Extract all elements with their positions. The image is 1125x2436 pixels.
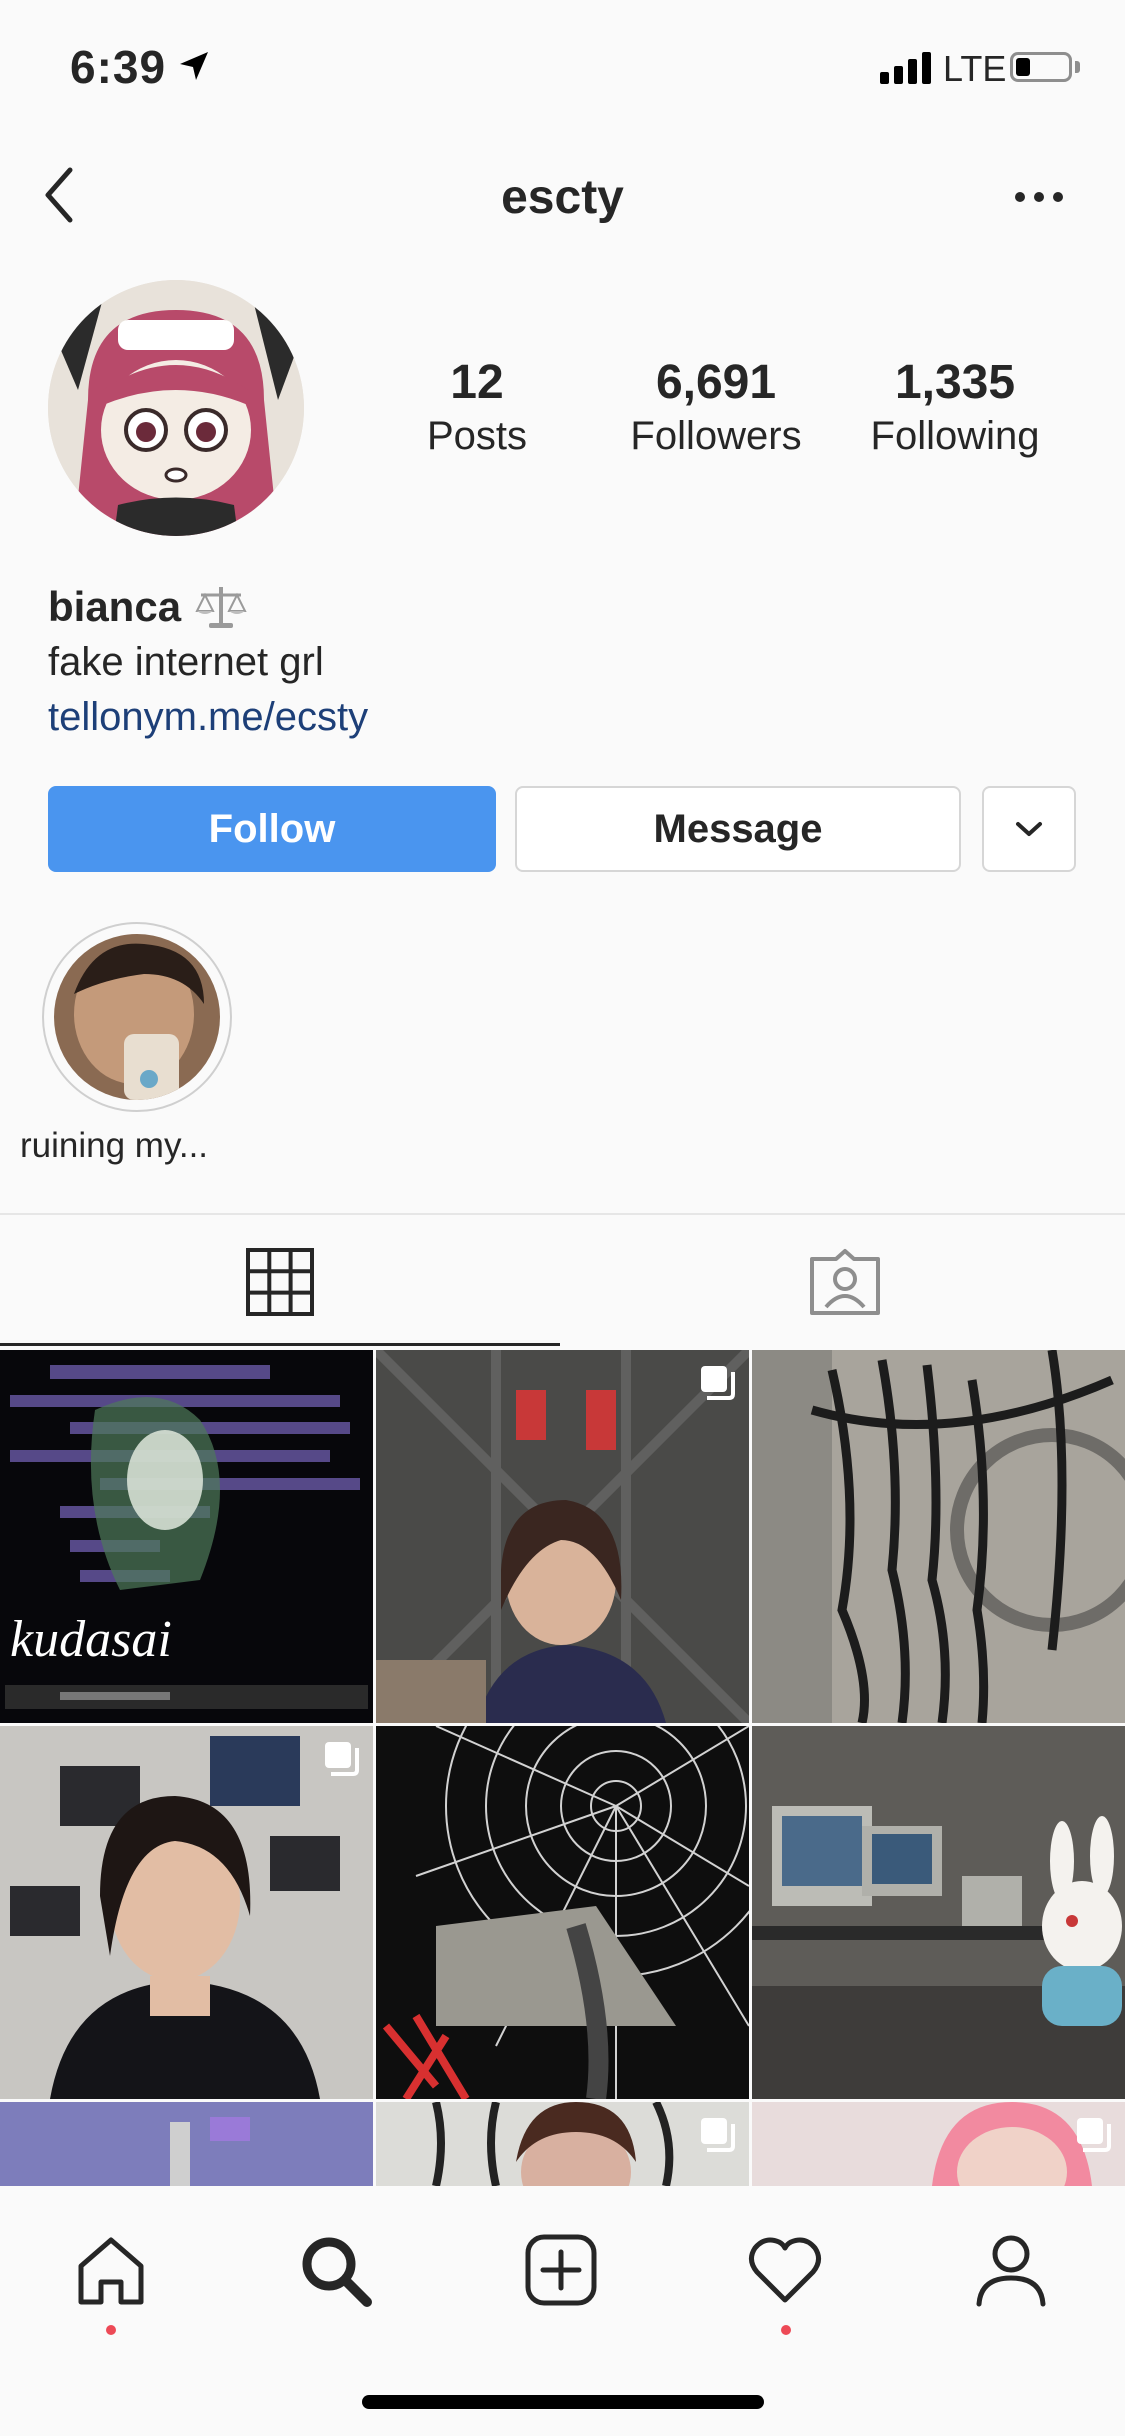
story-highlight-cover[interactable] bbox=[54, 934, 220, 1100]
profile-avatar[interactable] bbox=[48, 280, 304, 536]
heart-icon bbox=[749, 2237, 821, 2303]
more-options-icon[interactable] bbox=[1015, 192, 1063, 202]
signal-icon bbox=[880, 52, 931, 84]
carousel-indicator-icon bbox=[1077, 2118, 1111, 2152]
home-indicator[interactable] bbox=[362, 2395, 764, 2409]
tab-tagged[interactable] bbox=[565, 1218, 1125, 1346]
followers-count-label: Followers bbox=[630, 414, 802, 458]
post-tile-4[interactable] bbox=[0, 1726, 373, 2099]
suggested-accounts-dropdown-button[interactable] bbox=[982, 786, 1076, 872]
profile-link[interactable]: tellonym.me/ecsty bbox=[48, 695, 368, 740]
scales-emoji-icon bbox=[195, 587, 247, 628]
posts-count-label: Posts bbox=[426, 414, 528, 458]
following-count-label: Following bbox=[870, 414, 1040, 458]
posts-count-value: 12 bbox=[450, 356, 504, 409]
profile-name-row: bianca bbox=[48, 583, 247, 631]
followers-count-value: 6,691 bbox=[655, 356, 777, 409]
post-tile-7[interactable] bbox=[0, 2102, 373, 2186]
following-count-value: 1,335 bbox=[894, 356, 1016, 409]
nav-profile[interactable] bbox=[966, 2225, 1056, 2315]
search-icon bbox=[302, 2237, 372, 2307]
nav-activity[interactable] bbox=[740, 2225, 830, 2315]
profile-icon bbox=[976, 2235, 1046, 2307]
profile-name: bianca bbox=[48, 583, 182, 630]
activity-notification-dot bbox=[781, 2325, 791, 2335]
profile-bio: fake internet grl bbox=[48, 640, 324, 684]
carousel-indicator-icon bbox=[701, 2118, 735, 2152]
home-icon bbox=[78, 2237, 144, 2305]
profile-username-title: escty bbox=[501, 171, 624, 224]
status-time: 6:39 bbox=[70, 41, 167, 93]
home-notification-dot bbox=[106, 2325, 116, 2335]
post-tile-1[interactable]: kudasai bbox=[0, 1350, 373, 1723]
post-tile-8[interactable] bbox=[376, 2102, 749, 2186]
story-highlight-label: ruining my... bbox=[20, 1126, 209, 1165]
tagged-person-icon bbox=[810, 1249, 880, 1315]
post-tile-1-caption: kudasai bbox=[10, 1611, 172, 1668]
carousel-indicator-icon bbox=[325, 1742, 359, 1776]
posts-count: 12 Posts bbox=[367, 355, 587, 459]
message-button[interactable]: Message bbox=[515, 786, 961, 872]
following-count[interactable]: 1,335 Following bbox=[845, 355, 1065, 459]
follow-button[interactable]: Follow bbox=[48, 786, 496, 872]
carousel-indicator-icon bbox=[701, 1366, 735, 1400]
active-tab-indicator bbox=[0, 1343, 560, 1346]
chevron-down-icon bbox=[1016, 822, 1042, 836]
section-divider bbox=[0, 1213, 1125, 1215]
add-post-icon bbox=[525, 2234, 597, 2306]
post-tile-6[interactable] bbox=[752, 1726, 1125, 2099]
location-arrow-icon bbox=[180, 52, 208, 80]
nav-add[interactable] bbox=[516, 2225, 606, 2315]
post-tile-5[interactable] bbox=[376, 1726, 749, 2099]
tab-posts-grid[interactable] bbox=[0, 1218, 560, 1346]
post-tile-9[interactable] bbox=[752, 2102, 1125, 2186]
post-tile-3[interactable] bbox=[752, 1350, 1125, 1723]
post-tile-2[interactable] bbox=[376, 1350, 749, 1723]
followers-count[interactable]: 6,691 Followers bbox=[606, 355, 826, 459]
grid-icon bbox=[246, 1248, 314, 1316]
network-label: LTE bbox=[943, 48, 1007, 89]
nav-search[interactable] bbox=[290, 2225, 380, 2315]
nav-home[interactable] bbox=[66, 2225, 156, 2315]
